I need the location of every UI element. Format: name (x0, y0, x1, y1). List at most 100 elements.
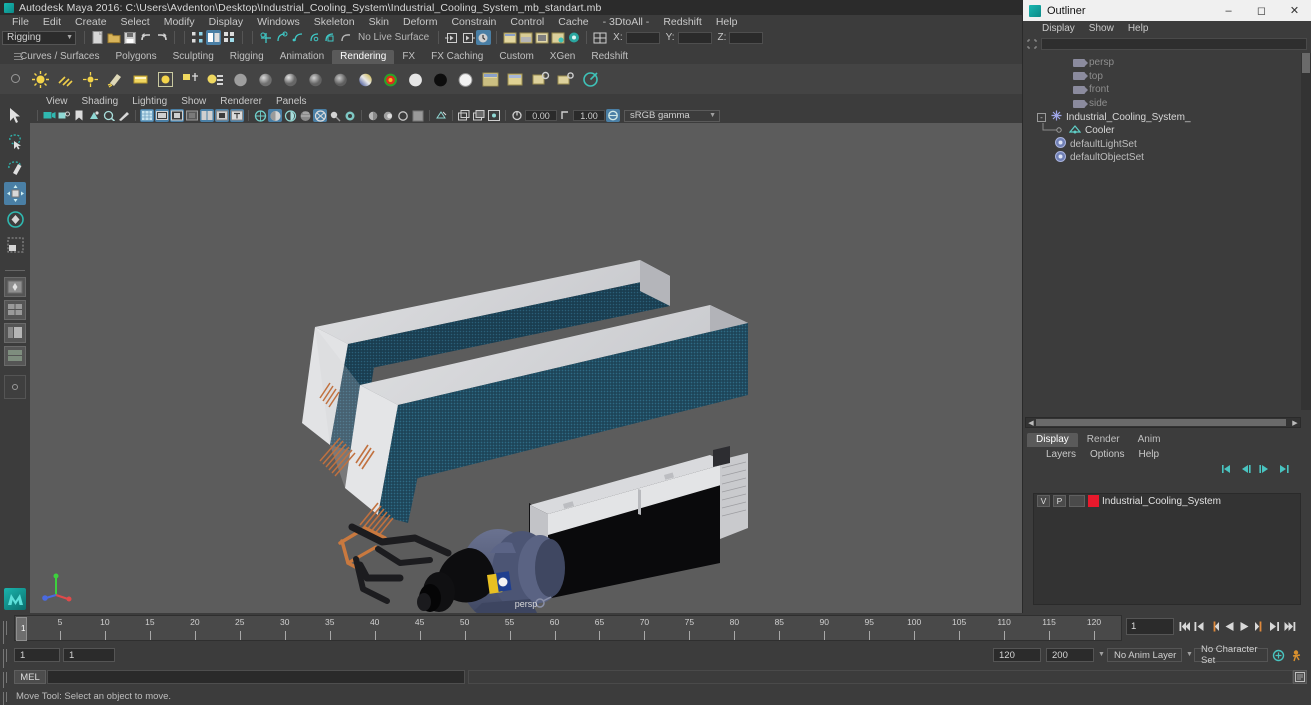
menu-create[interactable]: Create (68, 15, 114, 29)
color-management-icon[interactable] (606, 109, 620, 122)
current-frame-input[interactable]: 1 (1126, 618, 1174, 635)
layer-prev-icon[interactable] (1240, 464, 1251, 475)
layer-menu-options[interactable]: Options (1083, 449, 1131, 460)
snapshot-icon[interactable] (457, 109, 471, 122)
new-scene-icon[interactable] (90, 30, 105, 45)
layer-menu-layers[interactable]: Layers (1039, 449, 1083, 460)
shelf-grip[interactable] (14, 53, 23, 60)
shelf-tab-custom[interactable]: Custom (491, 50, 541, 64)
go-to-start-icon[interactable] (1178, 618, 1191, 634)
collapse-expander-icon[interactable]: - (1037, 112, 1046, 122)
layout-outliner-persp-button[interactable] (4, 323, 26, 343)
menu-modify[interactable]: Modify (157, 15, 202, 29)
camera-attributes-icon[interactable] (57, 109, 71, 122)
menu-deform[interactable]: Deform (396, 15, 444, 29)
shelf-tab-fx-caching[interactable]: FX Caching (423, 50, 491, 64)
tab-render[interactable]: Render (1078, 433, 1129, 447)
multisample-aa-icon[interactable] (381, 109, 395, 122)
menu-constrain[interactable]: Constrain (444, 15, 503, 29)
gamma-input[interactable]: 1.00 (573, 110, 605, 121)
snap-to-projected-center-icon[interactable] (306, 30, 321, 45)
use-background-icon[interactable] (455, 69, 476, 90)
scrollbar-thumb[interactable] (1302, 53, 1310, 73)
viewport-settings-icon[interactable] (487, 109, 501, 122)
outliner-tree[interactable]: persp top front side - Industrial_Coolin… (1023, 53, 1302, 410)
script-editor-icon[interactable] (1293, 670, 1307, 684)
animation-preferences-icon[interactable] (1290, 648, 1304, 662)
shelf-tab-rigging[interactable]: Rigging (222, 50, 272, 64)
smooth-shade-all-icon[interactable] (268, 109, 282, 122)
viewport-canvas[interactable]: persp (30, 123, 1022, 613)
outliner-node-cooler[interactable]: Cooler (1023, 122, 1302, 138)
redshift-render-icon[interactable] (566, 30, 581, 45)
text-overlay-icon[interactable] (230, 109, 244, 122)
viewport-menu-panels[interactable]: Panels (269, 96, 314, 107)
tab-anim[interactable]: Anim (1129, 433, 1170, 447)
lasso-select-tool[interactable] (4, 130, 26, 153)
range-end-input[interactable]: 120 (993, 648, 1041, 662)
shader-library-icon[interactable] (205, 69, 226, 90)
redo-icon[interactable] (154, 30, 169, 45)
undo-icon[interactable] (138, 30, 153, 45)
xray-toggle-icon[interactable] (215, 109, 229, 122)
select-by-object-type-icon[interactable] (206, 30, 221, 45)
anisotropic-material-icon[interactable] (330, 69, 351, 90)
chevron-down-icon[interactable]: ▼ (1186, 651, 1193, 658)
snap-to-view-plane-icon[interactable] (322, 30, 337, 45)
shade-wireframe-icon[interactable] (283, 109, 297, 122)
light-linking-icon[interactable] (180, 69, 201, 90)
shelf-tab-xgen[interactable]: XGen (542, 50, 584, 64)
shelf-options-icon[interactable] (11, 74, 20, 83)
image-plane-icon[interactable] (87, 109, 101, 122)
layout-four-view-button[interactable] (4, 300, 26, 320)
move-tool[interactable] (4, 182, 26, 205)
outliner-menu-display[interactable]: Display (1035, 23, 1082, 34)
paint-select-tool[interactable] (4, 156, 26, 179)
surface-shader-icon[interactable] (380, 69, 401, 90)
render-layers-icon[interactable] (555, 69, 576, 90)
outliner-node-side[interactable]: side (1023, 97, 1302, 111)
time-slider-track[interactable]: 5 10 15 20 25 30 35 40 45 50 55 60 65 70 75 80 85 90 95 100… (14, 615, 1122, 641)
isolate-select-icon[interactable] (434, 109, 448, 122)
output-connections-icon[interactable] (460, 30, 475, 45)
shelf-tab-curves-surfaces[interactable]: Curves / Surfaces (12, 50, 107, 64)
time-slider-grip[interactable] (3, 621, 10, 649)
snap-to-grid-icon[interactable] (258, 30, 273, 45)
layer-list[interactable]: V P Industrial_Cooling_System (1033, 493, 1301, 605)
gamma-icon[interactable] (558, 109, 572, 122)
shelf-tab-redshift[interactable]: Redshift (583, 50, 636, 64)
viewport-swatch-icon[interactable] (411, 109, 425, 122)
menu-redshift[interactable]: Redshift (656, 15, 709, 29)
outliner-node-default-object-set[interactable]: defaultObjectSet (1023, 150, 1302, 165)
select-by-hierarchy-icon[interactable] (190, 30, 205, 45)
grease-pencil-icon[interactable] (117, 109, 131, 122)
layout-hypershade-button[interactable] (4, 346, 26, 366)
grid-toggle-icon[interactable] (140, 109, 154, 122)
menu-control[interactable]: Control (503, 15, 551, 29)
menu-windows[interactable]: Windows (250, 15, 307, 29)
menu-edit[interactable]: Edit (36, 15, 68, 29)
area-light-icon[interactable] (130, 69, 151, 90)
use-all-lights-icon[interactable] (313, 109, 327, 122)
hypershade-icon[interactable] (550, 30, 565, 45)
shelf-tab-fx[interactable]: FX (394, 50, 423, 64)
point-light-icon[interactable] (80, 69, 101, 90)
film-gate-icon[interactable] (155, 109, 169, 122)
outliner-horizontal-scrollbar[interactable]: ◀ ▶ (1025, 417, 1301, 428)
tab-display[interactable]: Display (1027, 433, 1078, 447)
anim-layer-selector[interactable]: No Anim Layer (1107, 648, 1182, 662)
exposure-input[interactable]: 0.00 (525, 110, 557, 121)
step-back-frame-icon[interactable] (1208, 618, 1221, 634)
gate-mask-icon[interactable] (185, 109, 199, 122)
rotate-tool[interactable] (4, 208, 26, 231)
viewport-menu-view[interactable]: View (39, 96, 75, 107)
layer-color-swatch[interactable] (1088, 495, 1099, 507)
screen-space-ao-icon[interactable] (343, 109, 357, 122)
outliner-menu-show[interactable]: Show (1082, 23, 1121, 34)
scrollbar-thumb[interactable] (1036, 419, 1286, 426)
shelf-tab-animation[interactable]: Animation (272, 50, 332, 64)
snap-to-point-icon[interactable] (290, 30, 305, 45)
search-filter-icon[interactable] (1027, 39, 1037, 49)
paint-effects-icon[interactable] (580, 69, 601, 90)
play-backwards-icon[interactable] (1223, 618, 1236, 634)
